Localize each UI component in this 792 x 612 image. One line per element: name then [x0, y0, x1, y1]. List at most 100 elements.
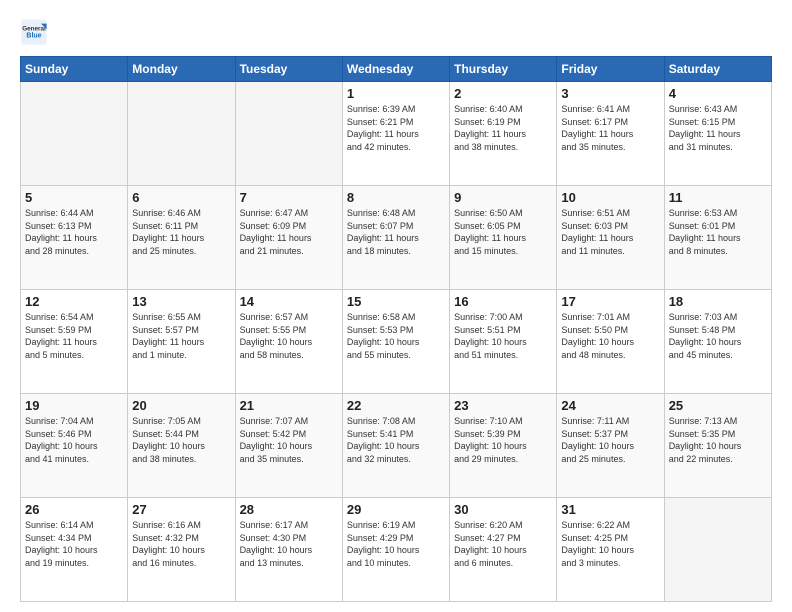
header: General Blue — [20, 18, 772, 46]
day-info: Sunrise: 7:03 AM Sunset: 5:48 PM Dayligh… — [669, 311, 767, 361]
day-info: Sunrise: 6:44 AM Sunset: 6:13 PM Dayligh… — [25, 207, 123, 257]
day-info: Sunrise: 6:14 AM Sunset: 4:34 PM Dayligh… — [25, 519, 123, 569]
calendar-cell: 31 Sunrise: 6:22 AM Sunset: 4:25 PM Dayli… — [557, 498, 664, 602]
calendar-cell: 15 Sunrise: 6:58 AM Sunset: 5:53 PM Dayli… — [342, 290, 449, 394]
calendar-cell: 10 Sunrise: 6:51 AM Sunset: 6:03 PM Dayli… — [557, 186, 664, 290]
calendar-cell: 29 Sunrise: 6:19 AM Sunset: 4:29 PM Dayli… — [342, 498, 449, 602]
calendar-header-thursday: Thursday — [450, 57, 557, 82]
day-info: Sunrise: 6:50 AM Sunset: 6:05 PM Dayligh… — [454, 207, 552, 257]
calendar-header-row: SundayMondayTuesdayWednesdayThursdayFrid… — [21, 57, 772, 82]
day-number: 26 — [25, 502, 123, 517]
calendar-cell: 27Sunrise: 6:16 AM Sunset: 4:32 PM Dayli… — [128, 498, 235, 602]
day-info: Sunrise: 7:00 AM Sunset: 5:51 PM Dayligh… — [454, 311, 552, 361]
day-info: Sunrise: 6:57 AM Sunset: 5:55 PM Dayligh… — [240, 311, 338, 361]
calendar-header-monday: Monday — [128, 57, 235, 82]
day-number: 15 — [347, 294, 445, 309]
day-info: Sunrise: 6:48 AM Sunset: 6:07 PM Dayligh… — [347, 207, 445, 257]
calendar-cell: 5 Sunrise: 6:44 AM Sunset: 6:13 PM Daylig… — [21, 186, 128, 290]
day-info: Sunrise: 7:08 AM Sunset: 5:41 PM Dayligh… — [347, 415, 445, 465]
logo-icon: General Blue — [20, 18, 48, 46]
day-info: Sunrise: 7:11 AM Sunset: 5:37 PM Dayligh… — [561, 415, 659, 465]
day-number: 30 — [454, 502, 552, 517]
calendar-cell: 16 Sunrise: 7:00 AM Sunset: 5:51 PM Dayli… — [450, 290, 557, 394]
day-info: Sunrise: 6:20 AM Sunset: 4:27 PM Dayligh… — [454, 519, 552, 569]
day-number: 1 — [347, 86, 445, 101]
day-number: 3 — [561, 86, 659, 101]
calendar-cell: 12 Sunrise: 6:54 AM Sunset: 5:59 PM Dayli… — [21, 290, 128, 394]
calendar-cell: 11 Sunrise: 6:53 AM Sunset: 6:01 PM Dayli… — [664, 186, 771, 290]
calendar-cell — [664, 498, 771, 602]
logo: General Blue — [20, 18, 52, 46]
day-number: 18 — [669, 294, 767, 309]
calendar-page: General Blue SundayMondayTuesdayWednesda… — [0, 0, 792, 612]
day-number: 17 — [561, 294, 659, 309]
day-number: 23 — [454, 398, 552, 413]
day-info: Sunrise: 6:54 AM Sunset: 5:59 PM Dayligh… — [25, 311, 123, 361]
calendar-cell: 14 Sunrise: 6:57 AM Sunset: 5:55 PM Dayli… — [235, 290, 342, 394]
calendar-cell: 4Sunrise: 6:43 AM Sunset: 6:15 PM Daylig… — [664, 82, 771, 186]
day-info: Sunrise: 7:07 AM Sunset: 5:42 PM Dayligh… — [240, 415, 338, 465]
day-info: Sunrise: 6:19 AM Sunset: 4:29 PM Dayligh… — [347, 519, 445, 569]
calendar-cell: 21 Sunrise: 7:07 AM Sunset: 5:42 PM Dayli… — [235, 394, 342, 498]
calendar-header-sunday: Sunday — [21, 57, 128, 82]
calendar-cell: 13Sunrise: 6:55 AM Sunset: 5:57 PM Dayli… — [128, 290, 235, 394]
svg-text:Blue: Blue — [26, 33, 41, 40]
day-number: 28 — [240, 502, 338, 517]
calendar-cell: 1 Sunrise: 6:39 AM Sunset: 6:21 PM Daylig… — [342, 82, 449, 186]
calendar-cell — [128, 82, 235, 186]
day-info: Sunrise: 7:10 AM Sunset: 5:39 PM Dayligh… — [454, 415, 552, 465]
day-info: Sunrise: 6:46 AM Sunset: 6:11 PM Dayligh… — [132, 207, 230, 257]
calendar-cell: 6 Sunrise: 6:46 AM Sunset: 6:11 PM Daylig… — [128, 186, 235, 290]
day-number: 2 — [454, 86, 552, 101]
svg-text:General: General — [22, 26, 46, 33]
day-number: 19 — [25, 398, 123, 413]
day-number: 11 — [669, 190, 767, 205]
day-number: 24 — [561, 398, 659, 413]
calendar-cell: 25 Sunrise: 7:13 AM Sunset: 5:35 PM Dayli… — [664, 394, 771, 498]
day-number: 5 — [25, 190, 123, 205]
day-info: Sunrise: 6:58 AM Sunset: 5:53 PM Dayligh… — [347, 311, 445, 361]
calendar-cell: 9 Sunrise: 6:50 AM Sunset: 6:05 PM Daylig… — [450, 186, 557, 290]
day-number: 14 — [240, 294, 338, 309]
calendar-cell: 8 Sunrise: 6:48 AM Sunset: 6:07 PM Daylig… — [342, 186, 449, 290]
day-number: 8 — [347, 190, 445, 205]
day-number: 29 — [347, 502, 445, 517]
day-number: 7 — [240, 190, 338, 205]
day-number: 22 — [347, 398, 445, 413]
day-info: Sunrise: 6:53 AM Sunset: 6:01 PM Dayligh… — [669, 207, 767, 257]
day-number: 4 — [669, 86, 767, 101]
day-number: 12 — [25, 294, 123, 309]
calendar-week-3: 19 Sunrise: 7:04 AM Sunset: 5:46 PM Dayli… — [21, 394, 772, 498]
day-info: Sunrise: 6:39 AM Sunset: 6:21 PM Dayligh… — [347, 103, 445, 153]
day-info: Sunrise: 6:47 AM Sunset: 6:09 PM Dayligh… — [240, 207, 338, 257]
calendar-cell: 17 Sunrise: 7:01 AM Sunset: 5:50 PM Dayli… — [557, 290, 664, 394]
calendar-week-0: 1 Sunrise: 6:39 AM Sunset: 6:21 PM Daylig… — [21, 82, 772, 186]
day-number: 21 — [240, 398, 338, 413]
calendar-header-tuesday: Tuesday — [235, 57, 342, 82]
day-number: 20 — [132, 398, 230, 413]
calendar-cell: 23 Sunrise: 7:10 AM Sunset: 5:39 PM Dayli… — [450, 394, 557, 498]
day-info: Sunrise: 6:17 AM Sunset: 4:30 PM Dayligh… — [240, 519, 338, 569]
day-number: 6 — [132, 190, 230, 205]
day-info: Sunrise: 6:22 AM Sunset: 4:25 PM Dayligh… — [561, 519, 659, 569]
calendar-cell — [235, 82, 342, 186]
calendar-cell: 19 Sunrise: 7:04 AM Sunset: 5:46 PM Dayli… — [21, 394, 128, 498]
day-number: 10 — [561, 190, 659, 205]
calendar-header-wednesday: Wednesday — [342, 57, 449, 82]
day-number: 31 — [561, 502, 659, 517]
day-info: Sunrise: 7:05 AM Sunset: 5:44 PM Dayligh… — [132, 415, 230, 465]
day-number: 16 — [454, 294, 552, 309]
day-info: Sunrise: 7:04 AM Sunset: 5:46 PM Dayligh… — [25, 415, 123, 465]
day-info: Sunrise: 6:51 AM Sunset: 6:03 PM Dayligh… — [561, 207, 659, 257]
calendar-week-2: 12 Sunrise: 6:54 AM Sunset: 5:59 PM Dayli… — [21, 290, 772, 394]
day-info: Sunrise: 7:13 AM Sunset: 5:35 PM Dayligh… — [669, 415, 767, 465]
day-info: Sunrise: 6:40 AM Sunset: 6:19 PM Dayligh… — [454, 103, 552, 153]
day-number: 25 — [669, 398, 767, 413]
calendar-cell — [21, 82, 128, 186]
calendar-cell: 2 Sunrise: 6:40 AM Sunset: 6:19 PM Daylig… — [450, 82, 557, 186]
day-number: 9 — [454, 190, 552, 205]
day-info: Sunrise: 6:55 AM Sunset: 5:57 PM Dayligh… — [132, 311, 230, 361]
calendar-cell: 20 Sunrise: 7:05 AM Sunset: 5:44 PM Dayli… — [128, 394, 235, 498]
day-info: Sunrise: 7:01 AM Sunset: 5:50 PM Dayligh… — [561, 311, 659, 361]
day-info: Sunrise: 6:16 AM Sunset: 4:32 PM Dayligh… — [132, 519, 230, 569]
